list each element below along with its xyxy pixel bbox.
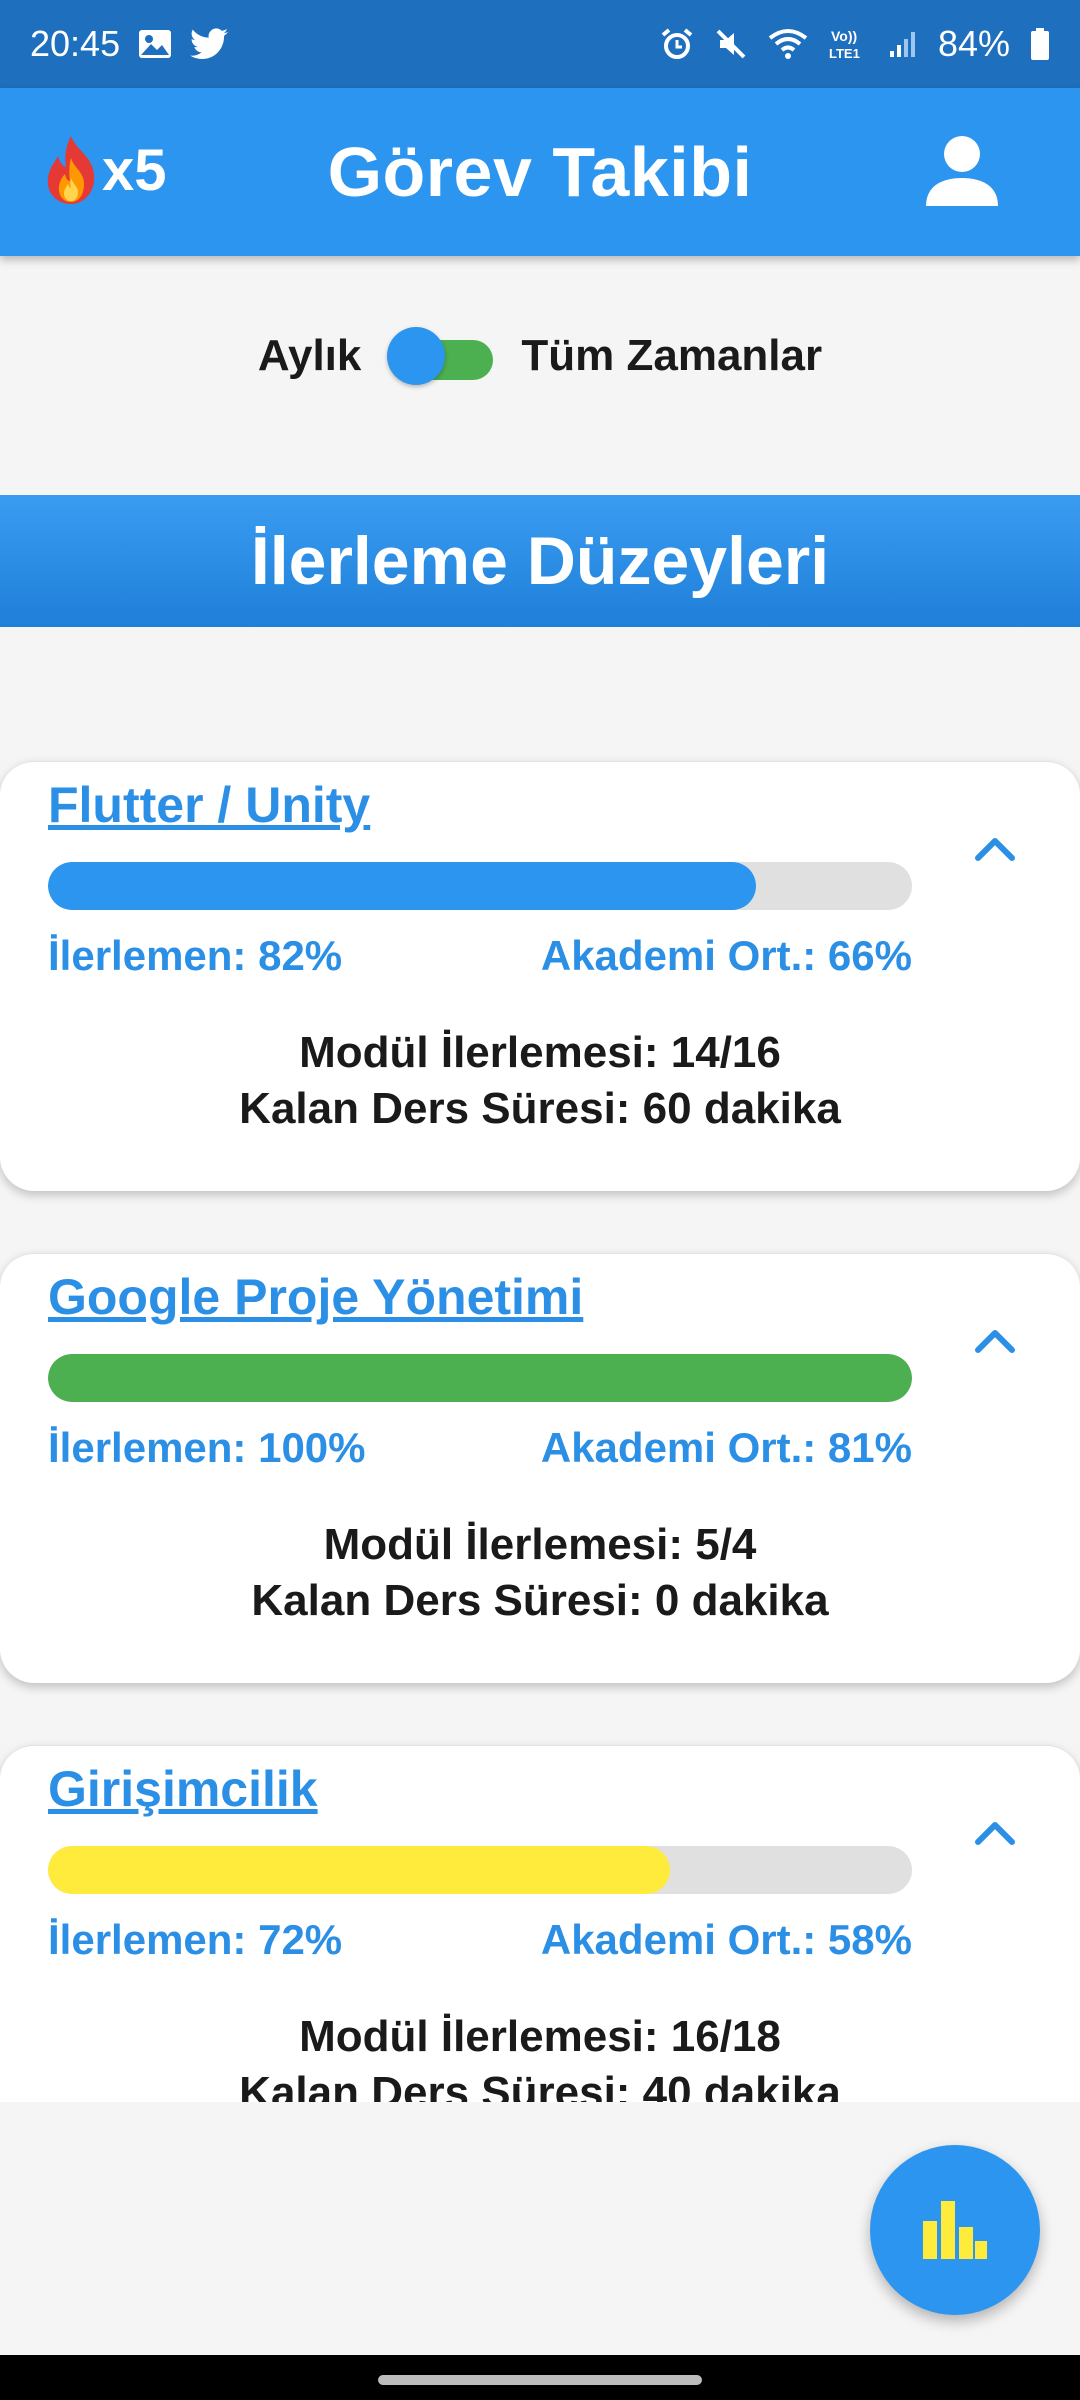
academy-average-text: Akademi Ort.: 58% <box>540 1916 912 1963</box>
mute-icon <box>714 27 748 61</box>
course-card: Flutter / Unity İlerlemen: 82% Akademi O… <box>0 761 1080 1191</box>
section-header: İlerleme Düzeyleri <box>0 495 1080 627</box>
progress-fill <box>48 1354 912 1402</box>
status-left: 20:45 <box>30 23 229 65</box>
module-progress-text: Modül İlerlemesi: 16/18 <box>299 2012 781 2061</box>
toggle-label-monthly: Aylık <box>257 331 362 380</box>
switch-thumb <box>387 327 446 385</box>
chevron-up-icon[interactable] <box>970 1316 1020 1366</box>
system-nav-bar <box>0 2355 1080 2400</box>
progress-bar <box>48 1354 912 1402</box>
course-title-link[interactable]: Girişimcilik <box>48 1760 318 1818</box>
course-card: Google Proje Yönetimi İlerlemen: 100% Ak… <box>0 1253 1080 1683</box>
gallery-icon <box>138 29 172 59</box>
progress-fill <box>48 1846 671 1894</box>
twitter-icon <box>190 28 229 60</box>
user-progress-text: İlerlemen: 82% <box>48 932 343 979</box>
remaining-time-text: Kalan Ders Süresi: 0 dakika <box>251 1576 829 1625</box>
period-switch[interactable] <box>387 327 495 385</box>
status-time: 20:45 <box>30 23 121 64</box>
academy-average-text: Akademi Ort.: 81% <box>540 1424 912 1471</box>
profile-button[interactable] <box>924 134 1000 210</box>
stats-fab-button[interactable] <box>870 2145 1040 2315</box>
status-bar: 20:45 Vo)) LTE1 84% <box>0 0 1080 88</box>
streak-counter[interactable]: x5 <box>40 134 167 206</box>
bar-chart-icon <box>923 2201 987 2259</box>
home-gesture-handle[interactable] <box>378 2375 702 2385</box>
alarm-icon <box>660 27 694 61</box>
fire-icon <box>40 134 102 206</box>
streak-count: x5 <box>102 137 167 203</box>
progress-bar <box>48 1846 912 1894</box>
remaining-time-text: Kalan Ders Süresi: 60 dakika <box>239 1084 841 1133</box>
app-bar: x5 Görev Takibi <box>0 88 1080 256</box>
progress-fill <box>48 862 757 910</box>
toggle-label-all-time: Tüm Zamanlar <box>521 331 823 380</box>
person-icon <box>926 136 998 206</box>
module-progress-text: Modül İlerlemesi: 14/16 <box>299 1028 781 1077</box>
wifi-icon <box>768 28 808 60</box>
period-toggle-row: Aylık Tüm Zamanlar <box>0 327 1080 385</box>
chevron-up-icon[interactable] <box>970 824 1020 874</box>
remaining-time-text: Kalan Ders Süresi: 40 dakika <box>239 2068 841 2102</box>
svg-text:LTE1: LTE1 <box>829 46 860 61</box>
academy-average-text: Akademi Ort.: 66% <box>540 932 912 979</box>
user-progress-text: İlerlemen: 72% <box>48 1916 343 1963</box>
user-progress-text: İlerlemen: 100% <box>48 1424 366 1471</box>
progress-bar <box>48 862 912 910</box>
progress-list[interactable]: Flutter / Unity İlerlemen: 82% Akademi O… <box>0 627 1080 2102</box>
page-title: Görev Takibi <box>327 133 753 211</box>
signal-icon <box>888 29 918 59</box>
section-title: İlerleme Düzeyleri <box>250 523 830 599</box>
course-title-link[interactable]: Google Proje Yönetimi <box>48 1268 583 1326</box>
course-title-link[interactable]: Flutter / Unity <box>48 776 370 834</box>
lte-icon: Vo)) LTE1 <box>828 27 868 61</box>
chevron-up-icon[interactable] <box>970 1808 1020 1858</box>
status-right: Vo)) LTE1 84% <box>660 23 1050 65</box>
svg-text:Vo)): Vo)) <box>831 28 857 44</box>
battery-icon <box>1030 27 1050 61</box>
battery-percent: 84% <box>937 23 1010 64</box>
course-card: Girişimcilik İlerlemen: 72% Akademi Ort.… <box>0 1745 1080 2102</box>
module-progress-text: Modül İlerlemesi: 5/4 <box>323 1520 757 1569</box>
